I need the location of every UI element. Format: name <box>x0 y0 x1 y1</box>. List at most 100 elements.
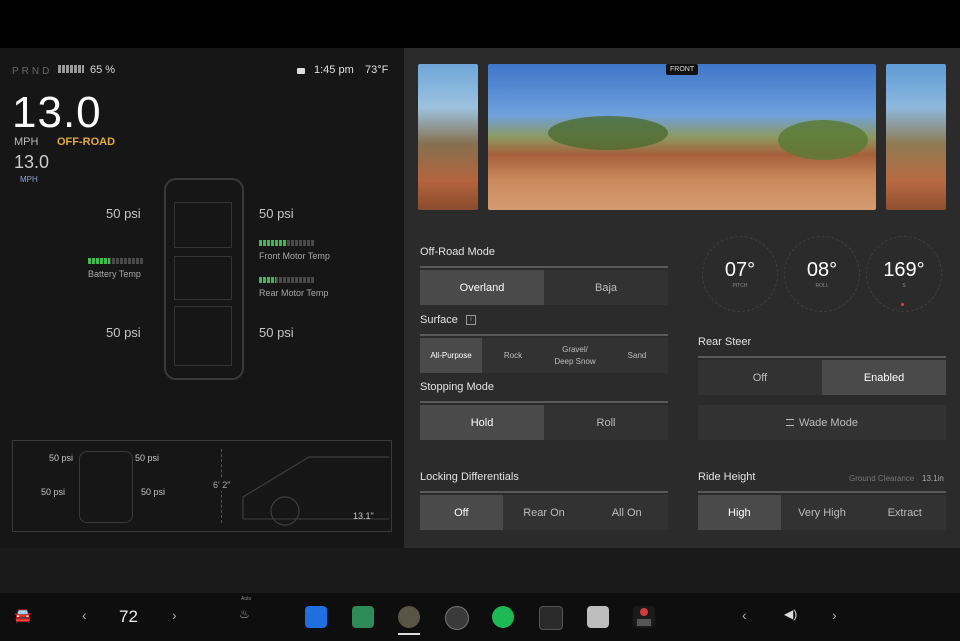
seat-heat-label: Auto <box>241 596 252 602</box>
ride-height-divider <box>698 491 946 493</box>
rear-steer-off[interactable]: Off <box>698 360 822 395</box>
bluetooth-icon[interactable] <box>305 606 327 628</box>
vehicle-profile-view: 50 psi 50 psi 50 psi 50 psi 6' 2" 13.1" <box>12 440 392 532</box>
speed-unit: MPH <box>14 136 39 148</box>
joystick-base <box>637 619 651 626</box>
heading-marker <box>901 303 904 306</box>
tire-pressure-rear-right: 50 psi <box>259 325 294 340</box>
offroad-app-icon[interactable] <box>398 606 420 628</box>
pitch-label: PITCH <box>732 283 748 289</box>
camera-app-icon[interactable] <box>445 606 469 630</box>
driving-panel: PRND 65 % 1:45 pm 73°F 13.0 MPH OFF-ROAD… <box>0 48 404 548</box>
rear-steer-divider <box>698 356 946 358</box>
climate-temp[interactable]: 72 <box>119 607 138 627</box>
rear-steer-title: Rear Steer <box>698 336 752 348</box>
wade-mode-button[interactable]: Wade Mode <box>698 405 946 440</box>
joystick-knob <box>640 608 648 616</box>
battery-percent: 65 % <box>90 64 116 76</box>
surface-all-purpose[interactable]: All-Purpose <box>420 338 482 373</box>
car-icon[interactable]: 🚘 <box>14 607 31 624</box>
profile-psi-fl: 50 psi <box>49 453 74 463</box>
locking-diff-divider <box>420 491 668 493</box>
profile-psi-rr: 50 psi <box>141 487 166 497</box>
ground-clearance-readout: 13.1" <box>353 511 374 521</box>
temp-increase-icon[interactable]: › <box>172 607 177 623</box>
right-repeater-camera[interactable] <box>886 64 946 210</box>
rear-motor-temp-fill <box>259 277 276 283</box>
ground-clearance-label: Ground Clearance <box>849 474 915 483</box>
stopping-mode-divider <box>420 401 668 403</box>
tire-pressure-front-left: 50 psi <box>106 206 141 221</box>
vehicle-display: PRND 65 % 1:45 pm 73°F 13.0 MPH OFF-ROAD… <box>0 48 960 641</box>
tire-pressure-front-right: 50 psi <box>259 206 294 221</box>
locking-diff-off[interactable]: Off <box>420 495 503 530</box>
shrub-graphic <box>548 116 668 150</box>
spotify-icon[interactable] <box>492 606 514 628</box>
seat-heater-icon[interactable]: ♨ <box>239 607 250 621</box>
front-motor-temp-fill <box>259 240 287 246</box>
locking-diff-rear-on[interactable]: Rear On <box>503 495 586 530</box>
locking-diff-title: Locking Differentials <box>420 471 519 483</box>
locking-diff-selector: Off Rear On All On <box>420 495 668 530</box>
temp-decrease-icon[interactable]: ‹ <box>82 607 87 623</box>
clock: 1:45 pm <box>314 64 354 76</box>
info-icon[interactable]: i <box>466 315 476 325</box>
surface-sand[interactable]: Sand <box>606 338 668 373</box>
speaker-icon[interactable]: ◀) <box>784 607 797 621</box>
ride-height-high[interactable]: High <box>698 495 781 530</box>
pitch-value: 07° <box>724 259 756 281</box>
bush-graphic <box>778 120 868 160</box>
dashcam-icon <box>297 68 305 74</box>
left-repeater-camera[interactable] <box>418 64 478 210</box>
front-camera[interactable] <box>488 64 876 210</box>
tire-pressure-rear-left: 50 psi <box>106 325 141 340</box>
battery-temp-label: Battery Temp <box>88 269 141 279</box>
ride-height-title: Ride Height <box>698 471 756 483</box>
profile-psi-fr: 50 psi <box>135 453 160 463</box>
toybox-icon[interactable] <box>587 606 609 628</box>
drive-mode-badge: OFF-ROAD <box>57 136 116 148</box>
front-camera-label: FRONT <box>666 64 699 75</box>
locking-diff-all-on[interactable]: All On <box>585 495 668 530</box>
arcade-joystick-icon[interactable] <box>633 606 655 628</box>
gear-indicator: PRND <box>12 66 53 77</box>
ground-clearance-value: 13.1in <box>922 474 944 483</box>
wade-mode-label: Wade Mode <box>799 416 858 429</box>
offroad-mode-title: Off-Road Mode <box>420 246 496 258</box>
stopping-mode-hold[interactable]: Hold <box>420 405 544 440</box>
speedometer: 13.0 <box>12 88 102 137</box>
surface-rock[interactable]: Rock <box>482 338 544 373</box>
profile-psi-rl: 50 psi <box>41 487 66 497</box>
rear-view-outline <box>79 451 133 523</box>
offroad-mode-overland[interactable]: Overland <box>420 270 544 305</box>
volume-increase-icon[interactable]: › <box>832 607 837 623</box>
stopping-mode-roll[interactable]: Roll <box>544 405 668 440</box>
cabin-front <box>174 202 232 248</box>
vehicle-height: 6' 2" <box>211 479 233 491</box>
rear-steer-enabled[interactable]: Enabled <box>822 360 946 395</box>
vehicle-top-view <box>164 178 244 380</box>
roll-label: ROLL <box>815 283 829 289</box>
bottom-dock: 🚘 ‹ 72 › Auto ♨ ‹ ◀) › <box>0 593 960 641</box>
stopping-mode-selector: Hold Roll <box>420 405 668 440</box>
surface-divider <box>420 334 668 336</box>
pitch-gauge: 07° PITCH <box>702 236 778 312</box>
heading-gauge: 169° S <box>866 236 942 312</box>
truck-bed <box>174 306 232 366</box>
ride-height-very-high[interactable]: Very High <box>781 495 864 530</box>
battery-bar-icon <box>58 65 84 73</box>
surface-gravel-snow[interactable]: Gravel/ Deep Snow <box>544 338 606 373</box>
front-motor-temp-label: Front Motor Temp <box>259 251 330 261</box>
surface-title: Surface <box>420 314 458 326</box>
front-motor-temp-bar <box>259 240 315 246</box>
surface-selector: All-Purpose Rock Gravel/ Deep Snow Sand <box>420 338 668 373</box>
secondary-speed-unit: MPH <box>20 175 38 184</box>
ride-height-extract[interactable]: Extract <box>863 495 946 530</box>
stopping-mode-title: Stopping Mode <box>420 381 494 393</box>
offroad-mode-baja[interactable]: Baja <box>544 270 668 305</box>
outside-temp: 73°F <box>365 64 389 76</box>
volume-decrease-icon[interactable]: ‹ <box>742 607 747 623</box>
battery-temp-fill <box>88 258 111 264</box>
energy-app-icon[interactable] <box>352 606 374 628</box>
more-apps-icon[interactable] <box>539 606 563 630</box>
